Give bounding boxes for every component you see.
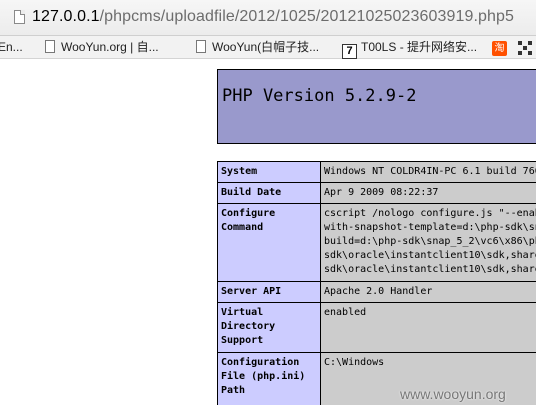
bookmarks-bar: En... WooYun.org | 自... WooYun(白帽子技... 7… [0,36,536,59]
row-value: enabled [320,302,536,353]
page-title: PHP Version 5.2.9-2 [222,86,417,106]
row-value: cscript /nologo configure.js "--enab wit… [320,203,536,282]
row-key: Virtual Directory Support [217,302,321,353]
row-key: Configure Command [217,203,321,282]
row-value: Windows NT COLDR4IN-PC 6.1 build 760 [320,161,536,183]
row-value: Apache 2.0 Handler [320,281,536,303]
taobao-icon: 淘 [492,41,507,56]
row-key: Server API [217,281,321,303]
url-text[interactable]: 127.0.0.1/phpcms/uploadfile/2012/1025/20… [32,8,514,26]
row-key: System [217,161,321,183]
document-icon [196,40,206,53]
bookmark-label: WooYun.org | 自... [61,40,159,54]
table-row: Configure Command cscript /nologo config… [217,203,536,282]
page-icon [14,10,25,24]
table-row: System Windows NT COLDR4IN-PC 6.1 build … [217,161,536,183]
bookmark-label: WooYun(白帽子技... [212,40,320,54]
bookmark-more[interactable] [518,41,532,57]
watermark: www.wooyun.org [400,386,506,402]
row-key: Build Date [217,182,321,204]
phpinfo-table: System Windows NT COLDR4IN-PC 6.1 build … [217,161,536,405]
table-row: Virtual Directory Support enabled [217,302,536,353]
php-version-header: PHP Version 5.2.9-2 [217,69,536,144]
bookmark-label: En... [0,40,23,54]
address-bar[interactable]: 127.0.0.1/phpcms/uploadfile/2012/1025/20… [0,0,536,36]
apps-grid-icon [518,41,532,55]
t00ls-icon: 7 [342,44,357,59]
table-row: Build Date Apr 9 2009 08:22:37 [217,182,536,204]
document-icon [45,40,55,53]
bookmark-item[interactable]: En... [0,40,23,56]
bookmark-taobao[interactable]: 淘 [492,40,507,56]
row-key: Configuration File (php.ini) Path [217,352,321,405]
row-value: Apr 9 2009 08:22:37 [320,182,536,204]
bookmark-wooyun-org[interactable]: WooYun.org | 自... [45,40,159,56]
bookmark-wooyun-whitehat[interactable]: WooYun(白帽子技... [196,40,319,56]
bookmark-t00ls[interactable]: 7 T00LS - 提升网络安... [342,40,478,59]
bookmark-label: T00LS - 提升网络安... [361,40,478,54]
table-row: Server API Apache 2.0 Handler [217,281,536,303]
